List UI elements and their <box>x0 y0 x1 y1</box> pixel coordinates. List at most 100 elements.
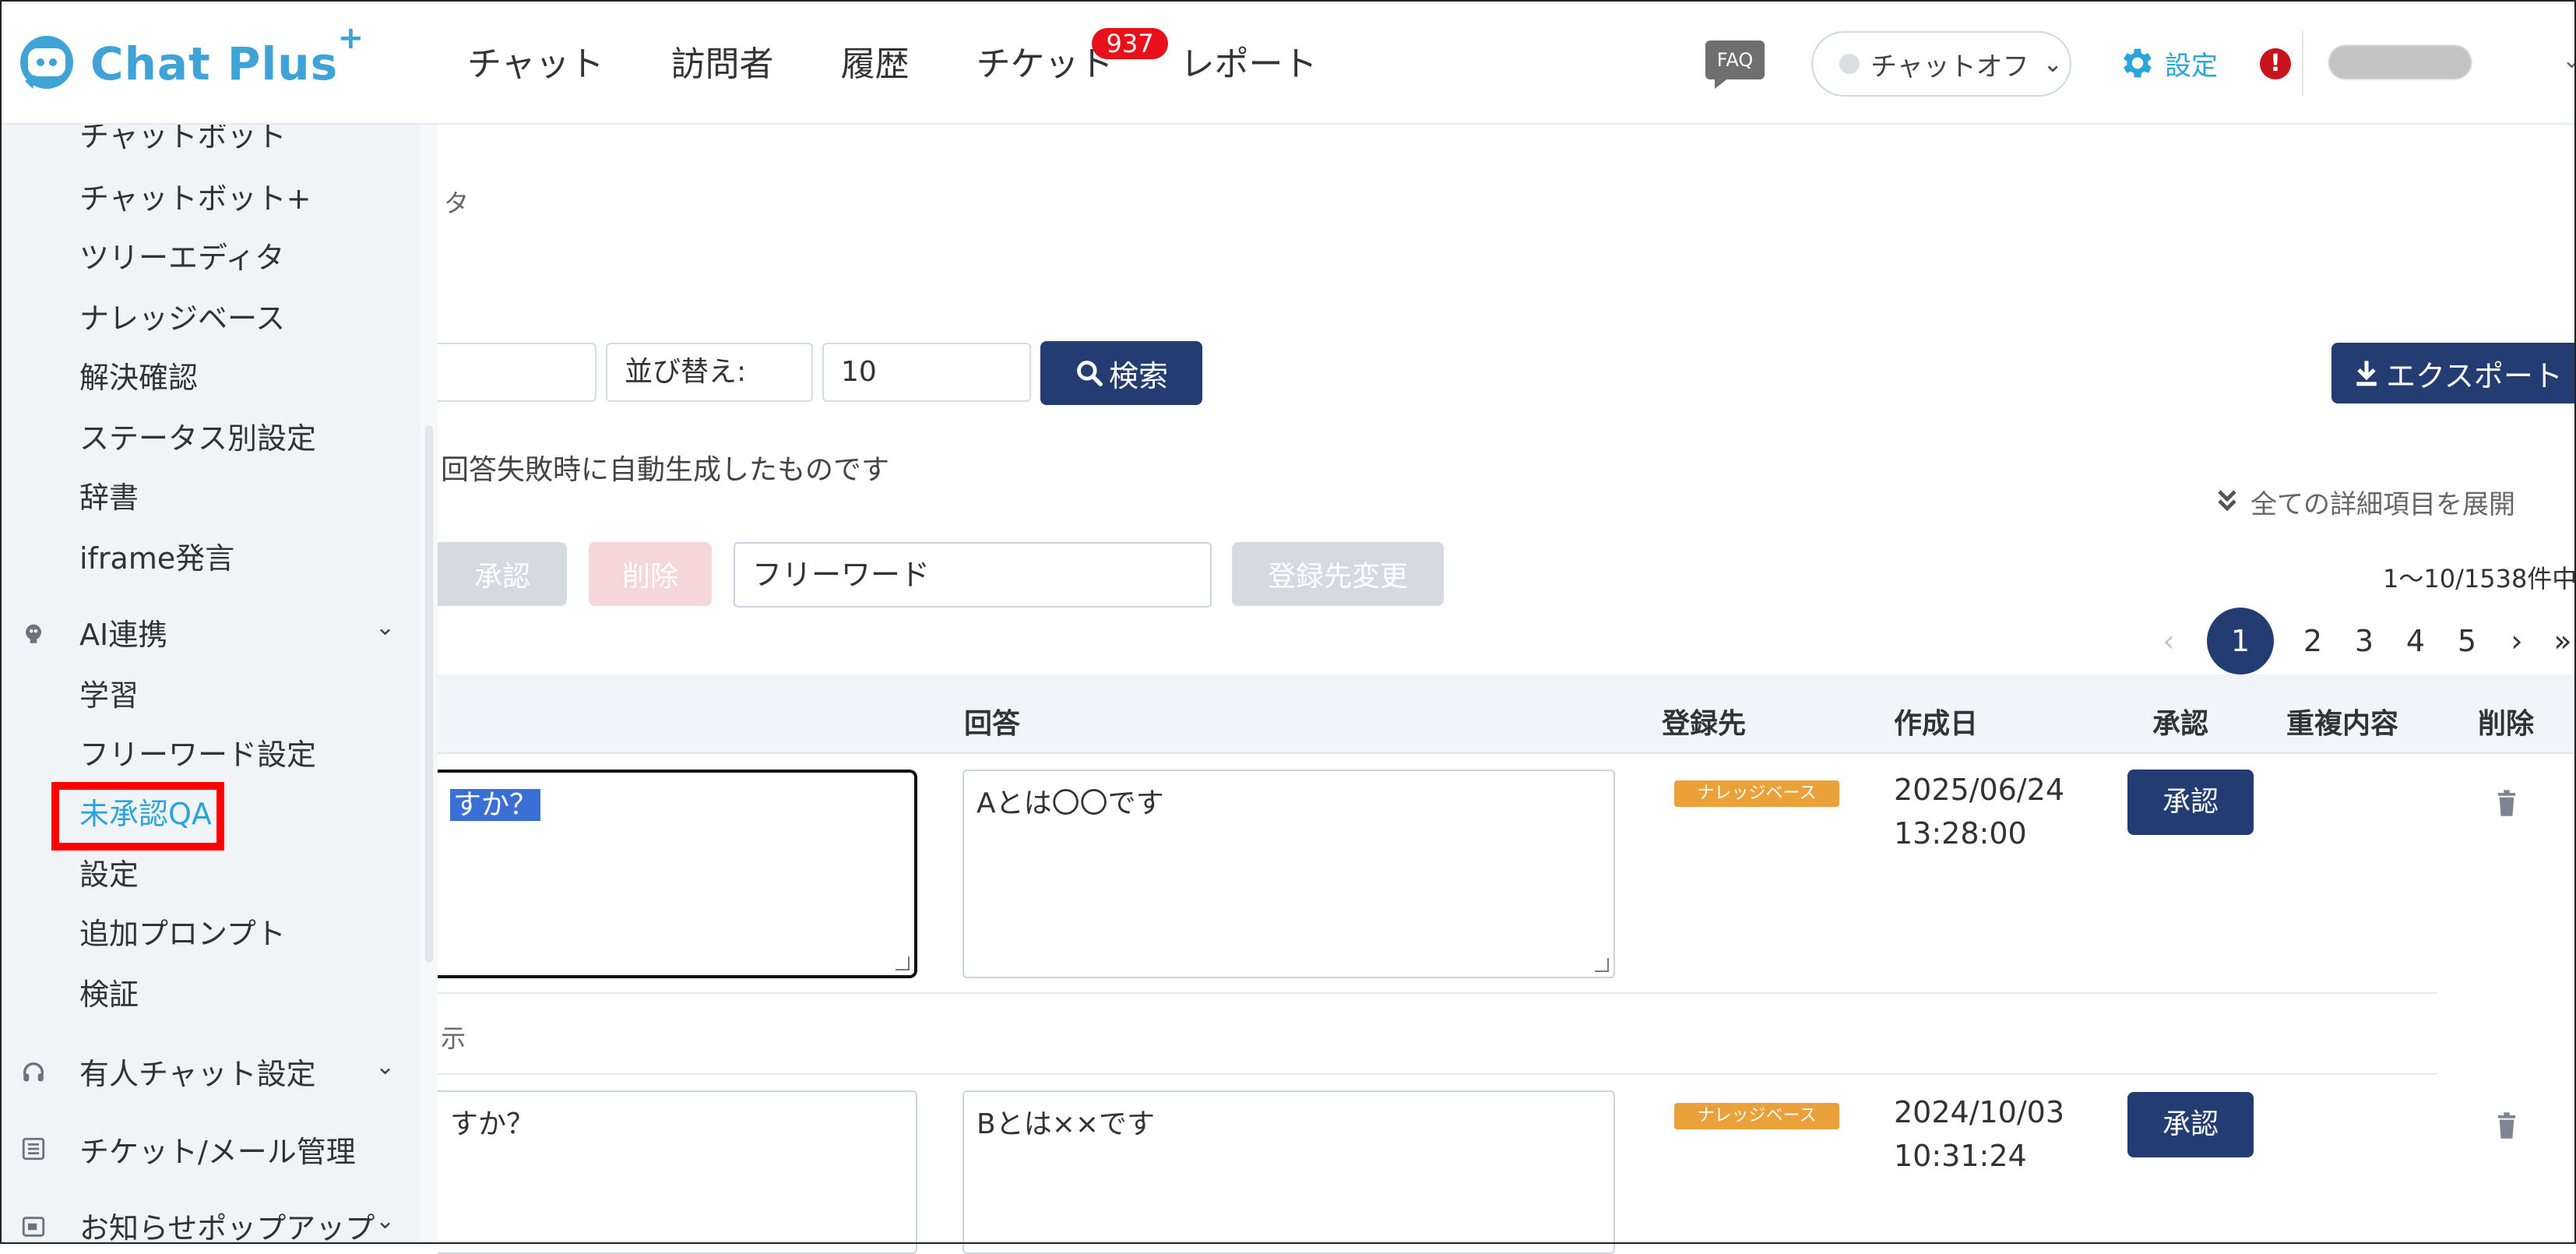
created-date-day: 2025/06/24 <box>1894 773 2065 807</box>
sidebar-group-popup[interactable]: お知らせポップアップ <box>79 1204 375 1244</box>
pager-page[interactable]: 4 <box>2398 608 2433 675</box>
question-textarea[interactable]: すか？ <box>438 770 917 978</box>
question-text-selected: すか？ <box>450 789 541 821</box>
faq-icon[interactable]: FAQ <box>1705 41 1769 89</box>
resize-handle-icon[interactable] <box>1595 958 1609 972</box>
pager-page[interactable]: 5 <box>2450 608 2484 675</box>
breadcrumb: タ <box>444 188 470 218</box>
expand-all-link[interactable]: 全ての詳細項目を展開 <box>2216 483 2515 521</box>
resize-handle-icon[interactable] <box>896 956 910 970</box>
sidebar-item-verification[interactable]: 検証 <box>79 970 139 1013</box>
sidebar-scrollbar-thumb[interactable] <box>425 425 433 963</box>
auto-generated-note: 回答失敗時に自動生成したものです <box>441 454 890 486</box>
destination-tag: ナレッジベース <box>1674 1103 1839 1129</box>
sidebar-group-live-chat[interactable]: 有人チャット設定 <box>79 1050 316 1093</box>
answer-textarea[interactable]: Aとは〇〇です <box>962 770 1615 978</box>
sidebar-item-additional-prompt[interactable]: 追加プロンプト <box>79 910 286 953</box>
chat-status-select[interactable]: チャットオフ ⌄ <box>1811 31 2071 97</box>
search-button[interactable]: 検索 <box>1040 341 1202 405</box>
status-label: チャットオフ <box>1870 51 2029 83</box>
question-textarea[interactable]: すか？ <box>438 1090 917 1254</box>
pager-prev[interactable]: ‹ <box>2149 608 2188 675</box>
sort-label[interactable]: 並び替え: <box>606 343 813 402</box>
column-delete: 削除 <box>2478 708 2535 740</box>
sidebar-group-ai[interactable]: AI連携 <box>79 611 167 653</box>
ai-brain-icon <box>26 624 41 643</box>
filter-input[interactable] <box>438 343 596 402</box>
gear-icon <box>2124 48 2152 78</box>
user-name-redacted[interactable] <box>2328 45 2472 79</box>
sidebar-group-ticket-mail[interactable]: チケット/メール管理 <box>79 1128 356 1171</box>
sidebar-item-tree-editor[interactable]: ツリーエディタ <box>79 234 284 277</box>
sidebar-item-chatbot[interactable]: チャットボット <box>79 123 287 155</box>
pager-page-current[interactable]: 1 <box>2207 608 2274 675</box>
bulk-approve-button[interactable]: 承認 <box>438 542 567 606</box>
created-date: 2024/10/03 10:31:24 <box>1894 1090 2064 1178</box>
sidebar-item-dictionary[interactable]: 辞書 <box>79 474 139 516</box>
row-details-toggle[interactable]: 示 <box>441 1019 466 1055</box>
sidebar: チャットボット チャットボット+ ツリーエディタ ナレッジベース 解決確認 ステ… <box>0 123 421 1244</box>
download-icon <box>2356 361 2377 386</box>
chevron-down-icon[interactable]: ⌄ <box>375 1053 395 1080</box>
sidebar-item-learning[interactable]: 学習 <box>79 671 139 714</box>
created-date: 2025/06/24 13:28:00 <box>1894 768 2064 855</box>
trash-icon[interactable] <box>2497 790 2517 816</box>
chevron-down-icon: ⌄ <box>2043 50 2063 78</box>
result-count: 1〜10/1538件中 <box>2383 564 2576 594</box>
expand-all-label: 全ての詳細項目を展開 <box>2250 489 2515 520</box>
column-created: 作成日 <box>1894 708 1979 740</box>
row-divider <box>438 1073 2437 1075</box>
freeword-input[interactable]: フリーワード <box>734 542 1212 608</box>
created-date-time: 10:31:24 <box>1894 1139 2027 1173</box>
search-button-label: 検索 <box>1108 358 1168 393</box>
sidebar-item-chatbot-plus[interactable]: チャットボット+ <box>79 174 311 217</box>
settings-link[interactable]: 設定 <box>2118 44 2218 83</box>
sidebar-item-iframe[interactable]: iframe発言 <box>79 534 234 577</box>
double-chevron-down-icon <box>2216 488 2238 520</box>
chatplus-logo[interactable]: Chat Plus + <box>17 20 364 97</box>
column-duplicate: 重複内容 <box>2286 708 2399 740</box>
sidebar-item-freeword-settings[interactable]: フリーワード設定 <box>79 731 316 773</box>
column-destination: 登録先 <box>1662 708 1747 740</box>
nav-ticket[interactable]: チケット 937 <box>977 28 1168 86</box>
sidebar-item-resolution-check[interactable]: 解決確認 <box>79 354 198 396</box>
nav-history[interactable]: 履歴 <box>841 36 910 86</box>
answer-textarea[interactable]: Bとは××です <box>962 1090 1615 1254</box>
nav-visitors[interactable]: 訪問者 <box>671 36 774 86</box>
search-icon <box>1077 361 1103 386</box>
nav-report[interactable]: レポート <box>1181 36 1318 86</box>
change-destination-button[interactable]: 登録先変更 <box>1232 542 1444 606</box>
chevron-down-icon[interactable]: ⌄ <box>375 1207 395 1235</box>
per-page-select[interactable]: 10 <box>822 343 1031 402</box>
sidebar-item-status-settings[interactable]: ステータス別設定 <box>79 414 316 457</box>
row-divider <box>438 992 2437 994</box>
settings-label: 設定 <box>2165 50 2218 82</box>
nav-chat[interactable]: チャット <box>467 36 604 86</box>
column-answer: 回答 <box>964 708 1021 740</box>
top-header: Chat Plus + チャット 訪問者 履歴 チケット 937 レポート FAQ… <box>0 0 2576 125</box>
logo-text: Chat Plus <box>90 37 339 90</box>
status-dot-icon <box>1839 54 1860 74</box>
export-button[interactable]: エクスポート <box>2331 343 2576 403</box>
approve-button[interactable]: 承認 <box>2127 770 2254 835</box>
list-icon <box>22 1137 45 1161</box>
user-menu-chevron-icon[interactable]: ⌄ <box>2562 47 2576 74</box>
popup-icon <box>22 1217 45 1237</box>
bulk-delete-button[interactable]: 削除 <box>589 542 712 606</box>
table-header: 回答 登録先 作成日 承認 重複内容 削除 <box>438 675 2576 754</box>
sidebar-item-knowledge-base[interactable]: ナレッジベース <box>79 294 285 337</box>
chevron-down-icon[interactable]: ⌄ <box>375 614 395 641</box>
created-date-day: 2024/10/03 <box>1894 1095 2065 1129</box>
ticket-count-badge: 937 <box>1092 28 1168 59</box>
pager-page[interactable]: 2 <box>2296 608 2330 675</box>
highlight-annotation <box>51 782 224 851</box>
pager-next[interactable]: › <box>2500 608 2534 675</box>
trash-icon[interactable] <box>2497 1112 2517 1139</box>
pager-last[interactable]: » <box>2550 608 2576 675</box>
pager-page[interactable]: 3 <box>2347 608 2381 675</box>
faq-label: FAQ <box>1705 41 1765 79</box>
sidebar-item-ai-settings[interactable]: 設定 <box>79 851 139 893</box>
logo-plus: + <box>337 20 365 56</box>
alert-icon[interactable]: ! <box>2260 48 2291 79</box>
approve-button[interactable]: 承認 <box>2127 1092 2254 1157</box>
